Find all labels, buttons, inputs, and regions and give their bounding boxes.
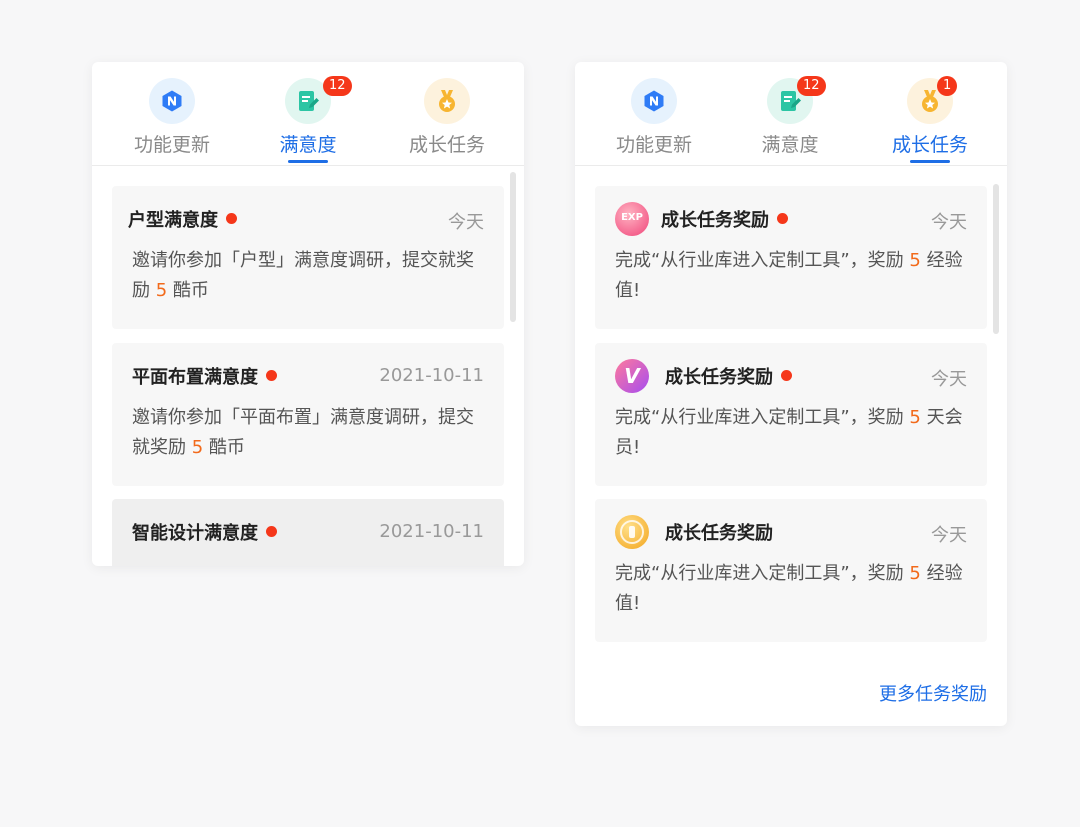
- card-date: 2021-10-11: [379, 521, 484, 542]
- reward-amount: 5: [191, 437, 204, 458]
- feature-update-icon: [149, 78, 195, 124]
- vip-icon: V: [615, 359, 649, 393]
- card-title: 成长任务奖励: [665, 363, 792, 389]
- exp-icon: EXP: [615, 202, 649, 236]
- tab-feature-update[interactable]: 功能更新: [589, 62, 719, 166]
- growth-task-panel: 功能更新 12 满意度 1 成长任务 EXP 成长任务奖励 今天 完成“从行业库…: [575, 62, 1007, 726]
- reward-amount: 5: [909, 250, 921, 271]
- reward-amount: 5: [155, 280, 168, 301]
- more-rewards-link[interactable]: 更多任务奖励: [879, 680, 987, 706]
- tab-satisfaction[interactable]: 12 满意度: [243, 62, 373, 166]
- unread-dot: [266, 370, 277, 381]
- unread-dot: [266, 526, 277, 537]
- card-date: 今天: [931, 212, 967, 233]
- unread-dot: [781, 370, 792, 381]
- unread-badge: 1: [937, 76, 958, 96]
- card-body: 邀请你参加「户型」满意度调研，提交就奖励 5 酷币: [132, 250, 474, 301]
- scrollbar-thumb[interactable]: [510, 172, 516, 322]
- tab-label: 满意度: [761, 134, 819, 156]
- notification-card[interactable]: 户型满意度 今天 邀请你参加「户型」满意度调研，提交就奖励 5 酷币: [112, 186, 504, 329]
- card-date: 今天: [931, 369, 967, 390]
- unread-dot: [226, 213, 237, 224]
- unread-dot: [777, 213, 788, 224]
- unread-badge: 12: [323, 76, 352, 96]
- card-title: 户型满意度: [128, 206, 237, 232]
- active-tab-indicator: [910, 160, 950, 163]
- card-title: 智能设计满意度: [132, 519, 277, 545]
- card-title: 成长任务奖励: [661, 206, 788, 232]
- active-tab-indicator: [288, 160, 328, 163]
- scrollbar-thumb[interactable]: [993, 184, 999, 334]
- medal-icon: [424, 78, 470, 124]
- tab-label: 成长任务: [891, 134, 968, 156]
- reward-amount: 5: [909, 407, 921, 428]
- card-title: 成长任务奖励: [665, 523, 773, 544]
- tab-label: 功能更新: [133, 134, 210, 156]
- tab-label: 功能更新: [615, 134, 692, 156]
- reward-amount: 5: [909, 563, 921, 584]
- card-body: 邀请你参加「平面布置」满意度调研，提交就奖励 5 酷币: [132, 407, 474, 458]
- reward-card[interactable]: V 成长任务奖励 今天 完成“从行业库进入定制工具”，奖励 5 天会员!: [595, 343, 987, 486]
- tab-label: 成长任务: [408, 134, 485, 156]
- card-title: 平面布置满意度: [132, 363, 277, 389]
- tab-growth-task[interactable]: 1 成长任务: [865, 62, 995, 166]
- notification-card[interactable]: 平面布置满意度 2021-10-11 邀请你参加「平面布置」满意度调研，提交就奖…: [112, 343, 504, 486]
- card-body: 完成“从行业库进入定制工具”，奖励 5 经验值!: [615, 563, 963, 614]
- card-date: 2021-10-11: [379, 365, 484, 386]
- card-date: 今天: [448, 212, 484, 233]
- tab-growth-task[interactable]: 成长任务: [382, 62, 512, 166]
- coin-icon: [615, 515, 649, 549]
- unread-badge: 12: [797, 76, 826, 96]
- reward-card[interactable]: EXP 成长任务奖励 今天 完成“从行业库进入定制工具”，奖励 5 经验值!: [595, 186, 987, 329]
- tab-bar: 功能更新 12 满意度 1 成长任务: [575, 62, 1007, 166]
- tab-feature-update[interactable]: 功能更新: [107, 62, 237, 166]
- satisfaction-panel: 功能更新 12 满意度 成长任务 户型满意度 今天 邀请你参加「户型」满意度调研…: [92, 62, 524, 566]
- tab-bar: 功能更新 12 满意度 成长任务: [92, 62, 524, 166]
- tab-satisfaction[interactable]: 12 满意度: [725, 62, 855, 166]
- card-body: 完成“从行业库进入定制工具”，奖励 5 经验值!: [615, 250, 963, 301]
- card-body: 完成“从行业库进入定制工具”，奖励 5 天会员!: [615, 407, 963, 458]
- reward-card[interactable]: 成长任务奖励 今天 完成“从行业库进入定制工具”，奖励 5 经验值!: [595, 499, 987, 642]
- tab-label: 满意度: [279, 134, 337, 156]
- notification-card[interactable]: 智能设计满意度 2021-10-11: [112, 499, 504, 566]
- feature-update-icon: [631, 78, 677, 124]
- card-date: 今天: [931, 525, 967, 546]
